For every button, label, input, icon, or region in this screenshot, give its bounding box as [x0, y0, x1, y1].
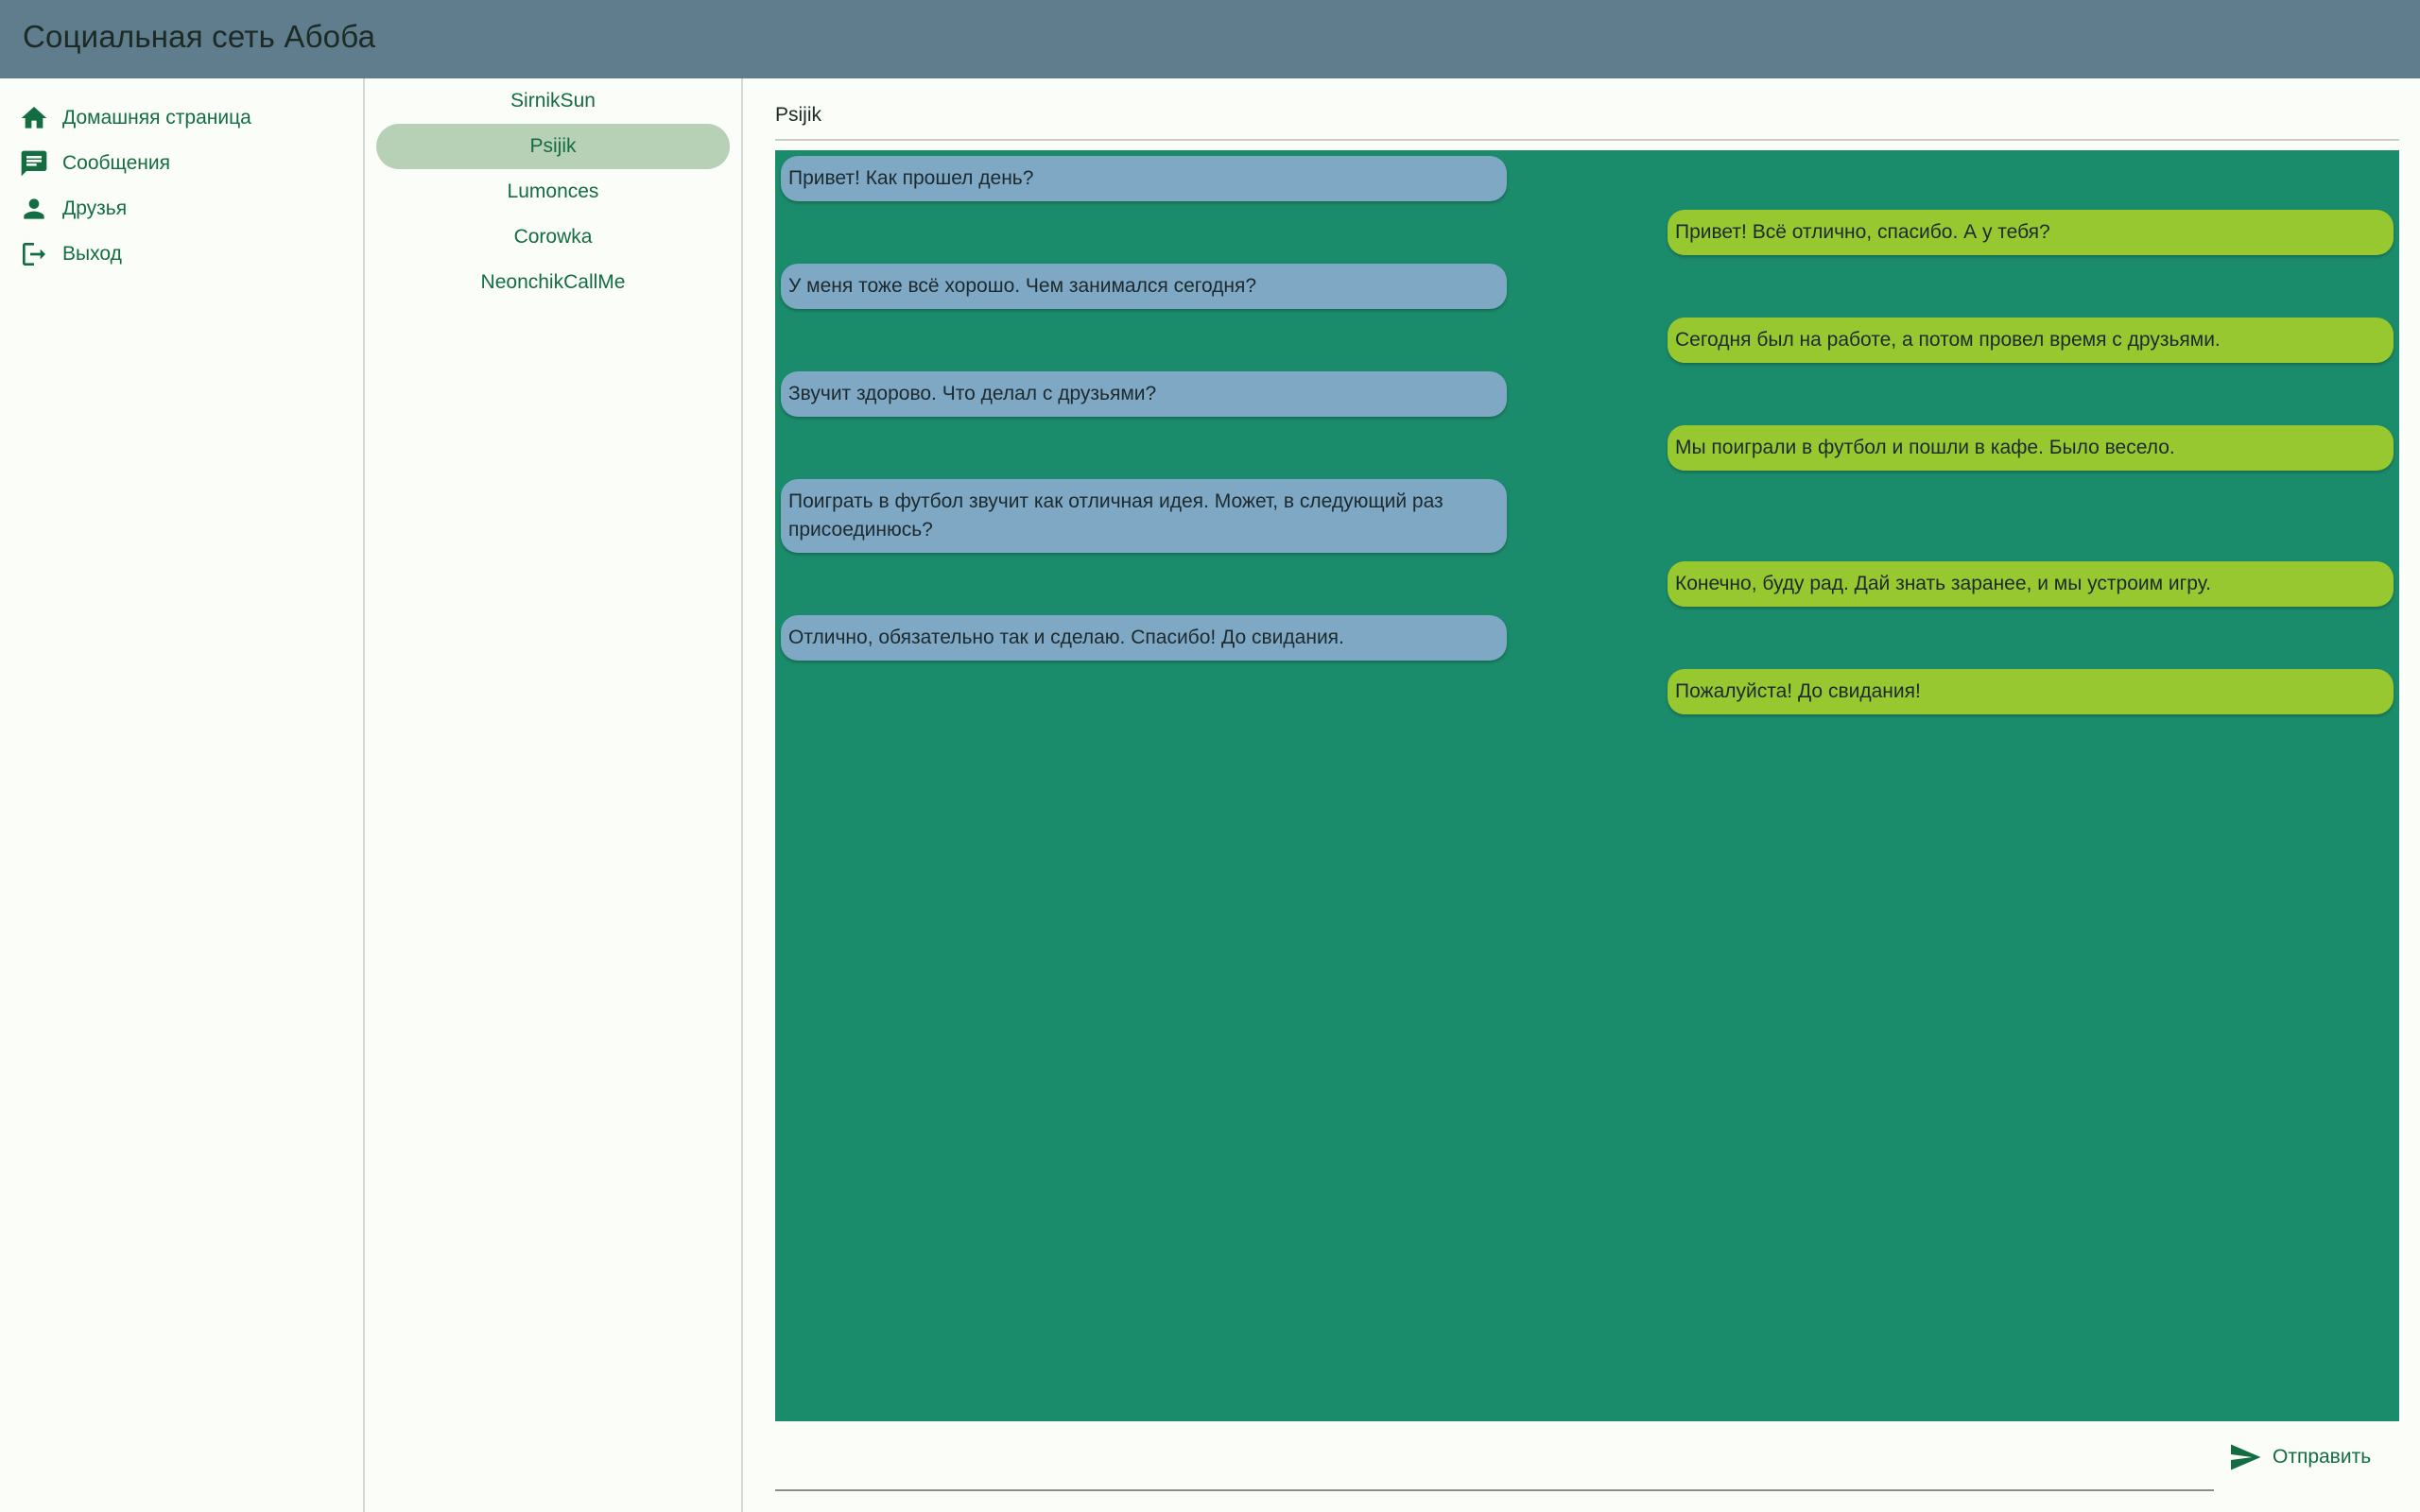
nav-item-messages[interactable]: Сообщения: [17, 143, 170, 184]
conversation-item[interactable]: SirnikSun: [376, 78, 730, 124]
nav-item-label: Сообщения: [62, 152, 170, 174]
sidebar-nav: Домашняя страница Сообщения Друзья Выход: [0, 78, 365, 1512]
app-bar: Социальная сеть Абоба: [0, 0, 2420, 78]
conversation-item-active[interactable]: Psijik: [376, 124, 730, 169]
nav-item-logout[interactable]: Выход: [17, 233, 122, 275]
nav-item-label: Домашняя страница: [62, 107, 251, 129]
conversation-item[interactable]: NeonchikCallMe: [376, 260, 730, 305]
chat-header: Psijik: [775, 99, 2399, 141]
message-list[interactable]: Привет! Как прошел день? Привет! Всё отл…: [775, 150, 2399, 1421]
send-button-label: Отправить: [2273, 1446, 2372, 1468]
message-outgoing: Мы поиграли в футбол и пошли в кафе. Был…: [1668, 425, 2394, 471]
message-outgoing: Сегодня был на работе, а потом провел вр…: [1668, 318, 2394, 363]
message-incoming: Привет! Как прошел день?: [781, 156, 1507, 201]
nav-item-friends[interactable]: Друзья: [17, 188, 127, 230]
conversation-item[interactable]: Lumonces: [376, 169, 730, 215]
message-incoming: Поиграть в футбол звучит как отличная ид…: [781, 479, 1507, 553]
home-icon: [17, 101, 51, 135]
nav-item-label: Выход: [62, 243, 122, 265]
logout-icon: [17, 237, 51, 271]
message-input[interactable]: [775, 1436, 2214, 1491]
conversation-item[interactable]: Corowka: [376, 215, 730, 260]
conversation-list: SirnikSun Psijik Lumonces Corowka Neonch…: [367, 78, 743, 1512]
chat-icon: [17, 146, 51, 180]
message-outgoing: Привет! Всё отлично, спасибо. А у тебя?: [1668, 210, 2394, 255]
message-outgoing: Конечно, буду рад. Дай знать заранее, и …: [1668, 561, 2394, 607]
message-incoming: Отлично, обязательно так и сделаю. Спаси…: [781, 615, 1507, 661]
send-icon: [2227, 1439, 2263, 1475]
send-button[interactable]: Отправить: [2227, 1438, 2371, 1476]
nav-item-home[interactable]: Домашняя страница: [17, 97, 251, 139]
message-incoming: У меня тоже всё хорошо. Чем занимался се…: [781, 264, 1507, 309]
nav-item-label: Друзья: [62, 198, 128, 219]
person-icon: [17, 192, 51, 226]
message-incoming: Звучит здорово. Что делал с друзьями?: [781, 371, 1507, 417]
chat-contact-name: Psijik: [775, 104, 822, 126]
message-outgoing: Пожалуйста! До свидания!: [1668, 669, 2394, 714]
app-title: Социальная сеть Абоба: [23, 19, 376, 54]
